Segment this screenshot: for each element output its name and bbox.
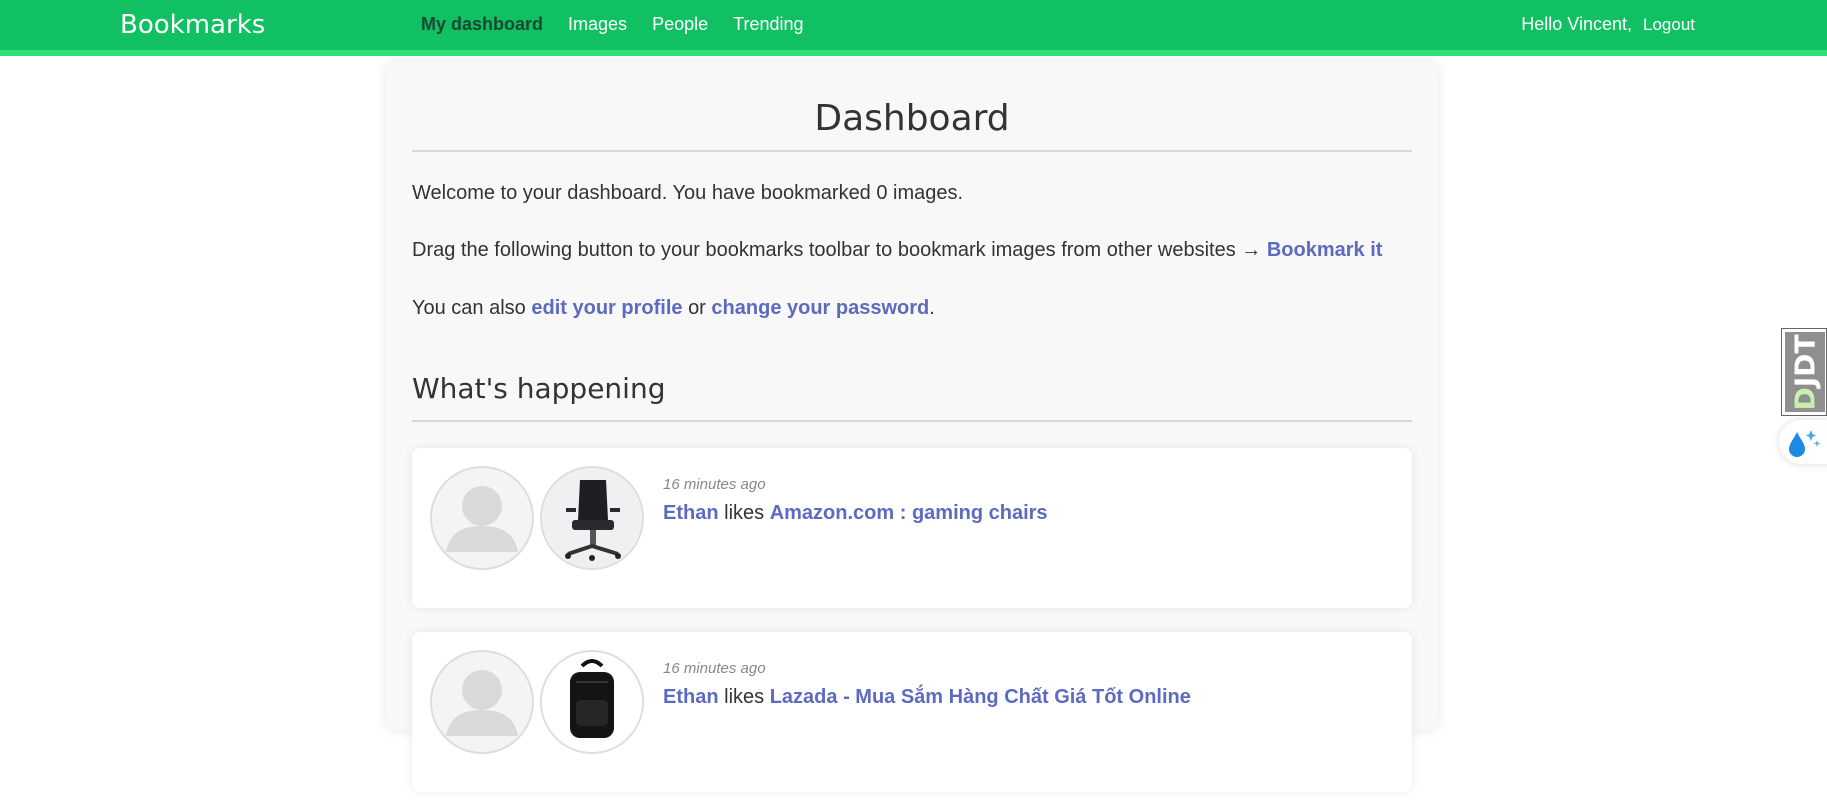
nav-images[interactable]: Images xyxy=(568,14,627,35)
default-user-icon xyxy=(446,670,518,736)
user-box: Hello Vincent, Logout xyxy=(1521,14,1695,35)
action-time: 16 minutes ago xyxy=(663,660,766,677)
django-debug-toolbar-handle[interactable]: DJDT xyxy=(1781,328,1827,416)
gaming-chair-thumbnail[interactable] xyxy=(540,466,644,570)
djdt-badge: DJDT xyxy=(1785,332,1825,412)
profile-options-text: You can also edit your profile or change… xyxy=(412,296,1412,320)
edit-profile-link[interactable]: edit your profile xyxy=(531,297,682,319)
action-user-link[interactable]: Ethan xyxy=(663,502,719,524)
main-nav: My dashboard Images People Trending xyxy=(421,14,804,35)
nav-trending[interactable]: Trending xyxy=(733,14,803,35)
also-prefix: You can also xyxy=(412,297,526,319)
djdt-label-rest: JDT xyxy=(1788,334,1822,388)
action-line: Ethan likes Lazada - Mua Sắm Hàng Chất G… xyxy=(663,686,1191,709)
action-user-link[interactable]: Ethan xyxy=(663,686,719,708)
bookmark-it-link[interactable]: Bookmark it xyxy=(1267,239,1383,261)
top-navbar: Bookmarks My dashboard Images People Tre… xyxy=(0,0,1827,56)
extension-button[interactable] xyxy=(1779,420,1827,464)
action-item: 16 minutes ago Ethan likes Amazon.com : … xyxy=(412,448,1412,608)
nav-my-dashboard[interactable]: My dashboard xyxy=(421,14,543,35)
action-verb: likes xyxy=(724,502,765,524)
default-user-icon xyxy=(446,486,518,552)
period: . xyxy=(929,297,935,319)
or-text: or xyxy=(688,297,706,319)
djdt-label: DJDT xyxy=(1788,334,1822,411)
action-time: 16 minutes ago xyxy=(663,476,766,493)
dashboard-card: Dashboard Welcome to your dashboard. You… xyxy=(387,62,1437,730)
page-title: Dashboard xyxy=(412,98,1412,152)
action-target-link[interactable]: Amazon.com : gaming chairs xyxy=(770,502,1048,524)
backpack-thumbnail[interactable] xyxy=(540,650,644,754)
bookmarklet-instructions: Drag the following button to your bookma… xyxy=(412,238,1412,262)
welcome-text: Welcome to your dashboard. You have book… xyxy=(412,182,964,204)
drag-text: Drag the following button to your bookma… xyxy=(412,239,1262,261)
action-item: 16 minutes ago Ethan likes Lazada - Mua … xyxy=(412,632,1412,792)
change-password-link[interactable]: change your password xyxy=(711,297,929,319)
user-avatar[interactable] xyxy=(430,650,534,754)
nav-people[interactable]: People xyxy=(652,14,708,35)
brand-logo-link[interactable]: Bookmarks xyxy=(120,10,265,40)
action-verb: likes xyxy=(724,686,765,708)
action-line: Ethan likes Amazon.com : gaming chairs xyxy=(663,502,1048,525)
water-drop-sparkle-icon xyxy=(1789,430,1821,457)
djdt-label-first: D xyxy=(1788,387,1822,411)
logout-link[interactable]: Logout xyxy=(1643,15,1695,34)
greeting-text: Hello Vincent, xyxy=(1521,14,1632,34)
backpack-icon xyxy=(542,652,642,752)
gaming-chair-icon xyxy=(542,468,642,568)
section-title: What's happening xyxy=(412,372,1412,422)
action-target-link[interactable]: Lazada - Mua Sắm Hàng Chất Giá Tốt Onlin… xyxy=(770,686,1191,708)
user-avatar[interactable] xyxy=(430,466,534,570)
